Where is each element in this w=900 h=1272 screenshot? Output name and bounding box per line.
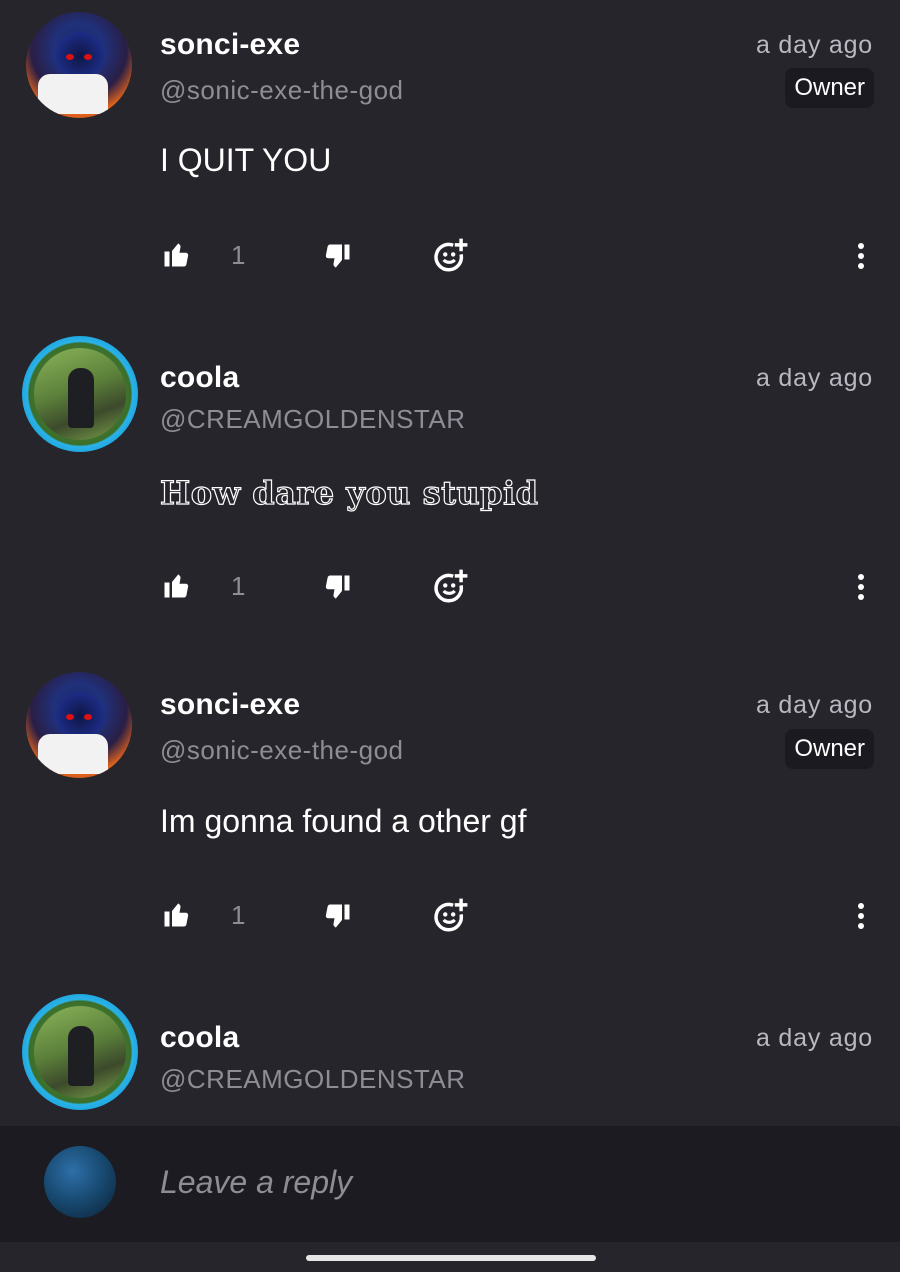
more-options-button[interactable] [856,243,866,273]
owner-badge: Owner [785,729,874,769]
avatar-frame [22,994,138,1110]
username[interactable]: sonci-exe [160,688,300,722]
username[interactable]: sonci-exe [160,28,300,62]
avatar-figure [68,368,94,428]
eye [84,714,92,720]
user-handle: @sonic-exe-the-god [160,735,404,765]
eye [66,714,74,720]
more-vertical-icon [858,903,864,909]
avatar[interactable] [22,994,140,1112]
thumbs-down-icon [325,575,350,599]
avatar[interactable] [26,12,132,118]
add-reaction-button[interactable] [430,236,470,276]
dot [858,913,864,919]
like-button[interactable] [160,237,194,271]
like-count: 1 [231,240,246,270]
add-reaction-button[interactable] [430,896,470,936]
add-reaction-icon [434,898,468,932]
like-button[interactable] [160,568,194,602]
thumbs-up-icon [164,903,189,927]
avatar-face [56,692,104,740]
timestamp: a day ago [755,364,873,392]
avatar[interactable] [22,336,140,454]
avatar[interactable] [26,672,132,778]
timestamp: a day ago [755,1024,873,1052]
dot [858,263,864,269]
username[interactable]: coola [160,1021,239,1055]
comment-text: Im gonna found a other gf [160,803,527,839]
add-reaction-button[interactable] [430,567,470,607]
reply-input[interactable]: Leave a reply [160,1164,352,1201]
eye [66,54,74,60]
thumbs-up-icon [164,574,189,598]
current-user-avatar [44,1146,116,1218]
add-reaction-icon [434,569,468,603]
dot [858,584,864,590]
dot [858,923,864,929]
more-vertical-icon [858,243,864,249]
timestamp: a day ago [755,691,873,719]
username[interactable]: coola [160,361,239,395]
user-handle: @CREAMGOLDENSTAR [160,404,466,434]
eye [84,54,92,60]
avatar-image [34,1006,126,1098]
like-count: 1 [231,900,246,930]
add-reaction-icon [434,238,468,272]
comment-text: How dare you stupid [159,473,539,512]
comment-text: I QUIT YOU [160,142,332,178]
user-handle: @sonic-exe-the-god [160,75,404,105]
thumbs-down-icon [325,904,350,928]
more-vertical-icon [858,574,864,580]
dislike-button[interactable] [320,240,354,274]
avatar-frame [22,336,138,452]
avatar-body [38,74,108,114]
avatar-face [56,32,104,80]
owner-badge: Owner [785,68,874,108]
user-handle: @CREAMGOLDENSTAR [160,1064,466,1094]
like-count: 1 [231,571,246,601]
reply-bar: Leave a reply [0,1126,900,1242]
avatar-figure [68,1026,94,1086]
timestamp: a day ago [755,31,873,59]
dislike-button[interactable] [320,571,354,605]
avatar-body [38,734,108,774]
dot [858,594,864,600]
more-options-button[interactable] [856,903,866,933]
avatar-image [34,348,126,440]
more-options-button[interactable] [856,574,866,604]
thumbs-down-icon [325,244,350,268]
home-indicator[interactable] [306,1255,596,1261]
dot [858,253,864,259]
like-button[interactable] [160,897,194,931]
thumbs-up-icon [164,243,189,267]
dislike-button[interactable] [320,900,354,934]
